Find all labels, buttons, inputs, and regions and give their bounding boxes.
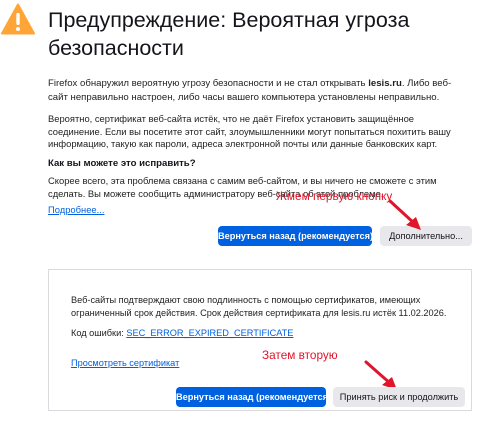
learn-more-link[interactable]: Подробнее...: [48, 204, 104, 215]
annotation-second: Затем вторую: [262, 348, 338, 362]
fix-text: Скорее всего, эта проблема связана с сам…: [48, 175, 437, 199]
fix-heading: Как вы можете это исправить?: [48, 158, 196, 169]
error-code-link[interactable]: SEC_ERROR_EXPIRED_CERTIFICATE: [126, 328, 293, 338]
error-code-line: Код ошибки: SEC_ERROR_EXPIRED_CERTIFICAT…: [71, 328, 294, 338]
site-name: lesis.ru: [368, 78, 402, 89]
warning-icon: [1, 3, 35, 35]
certificate-info-text: Веб-сайты подтверждают свою подлинность …: [71, 295, 447, 318]
go-back-button-2[interactable]: Вернуться назад (рекомендуется): [176, 387, 331, 407]
annotation-first: Жмем первую кнопку: [276, 189, 393, 203]
view-certificate-link[interactable]: Просмотреть сертификат: [71, 358, 179, 368]
go-back-button[interactable]: Вернуться назад (рекомендуется): [218, 226, 373, 246]
accept-risk-button[interactable]: Принять риск и продолжить: [333, 387, 465, 407]
explanation-text: Вероятно, сертификат веб-сайта истёк, чт…: [48, 113, 451, 150]
arrow-icon: [388, 199, 421, 230]
intro-text: Firefox обнаружил вероятную угрозу безоп…: [48, 78, 452, 103]
page-title: Предупреждение: Вероятная угроза безопас…: [48, 8, 410, 60]
